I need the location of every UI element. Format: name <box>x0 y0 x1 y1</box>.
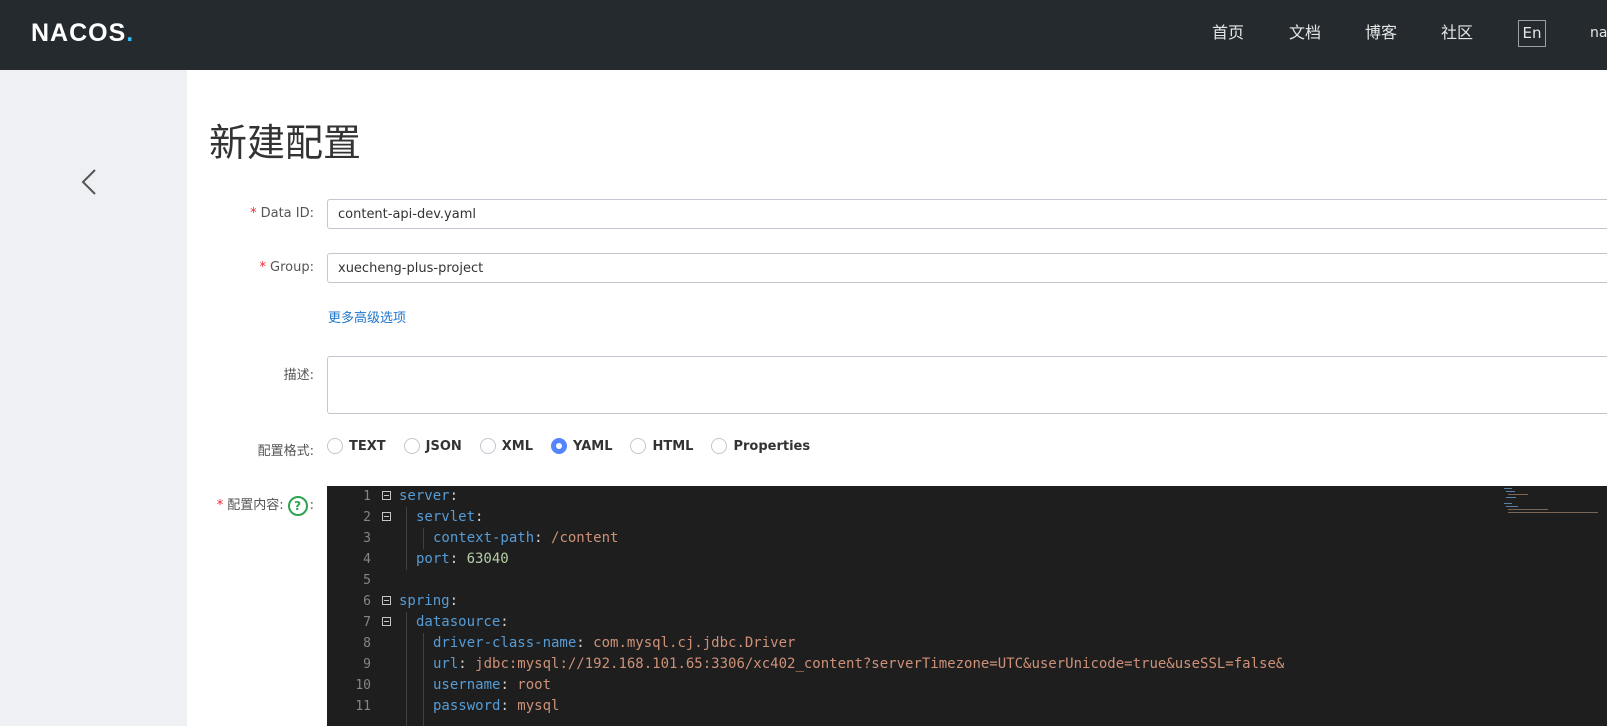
format-radio-xml[interactable]: XML <box>479 438 533 454</box>
line-number: 4 <box>363 552 371 567</box>
code-text: password: mysql <box>433 698 560 714</box>
code-line[interactable]: 2 servlet: <box>327 507 1607 528</box>
code-text: url: jdbc:mysql://192.168.101.65:3306/xc… <box>433 656 1285 672</box>
group-input[interactable] <box>327 253 1607 283</box>
line-number: 7 <box>363 615 371 630</box>
nav-docs[interactable]: 文档 <box>1289 0 1321 70</box>
code-line[interactable]: 4 port: 63040 <box>327 549 1607 570</box>
code-text: servlet: <box>416 509 492 525</box>
code-line[interactable]: 1 server: <box>327 486 1607 507</box>
format-radio-yaml[interactable]: YAML <box>551 438 612 454</box>
data-id-input[interactable] <box>327 199 1607 229</box>
group-label: * Group: <box>259 260 314 275</box>
fold-toggle-icon[interactable] <box>382 596 391 605</box>
fold-toggle-icon[interactable] <box>382 512 391 521</box>
more-advanced-options-link[interactable]: 更多高级选项 <box>328 307 406 326</box>
code-text: username: root <box>433 677 552 693</box>
format-radio-group: TEXT JSON XML YAML HTML Properties <box>327 438 810 454</box>
chevron-left-icon[interactable] <box>78 166 102 198</box>
format-radio-text[interactable]: TEXT <box>327 438 386 454</box>
line-number: 5 <box>363 573 371 588</box>
nacos-logo[interactable]: NACOS. <box>31 19 134 48</box>
format-radio-html[interactable]: HTML <box>630 438 693 454</box>
code-line[interactable]: 11 password: mysql <box>327 696 1607 717</box>
config-content-editor[interactable]: 1 server: 2 servlet: 3 context-path: /conte… <box>327 486 1607 726</box>
code-line[interactable]: 9 url: jdbc:mysql://192.168.101.65:3306/x… <box>327 654 1607 675</box>
sidebar <box>0 70 187 726</box>
code-line[interactable]: 8 driver-class-name: com.mysql.cj.jdbc.Dr… <box>327 633 1607 654</box>
code-line[interactable]: 7 datasource: <box>327 612 1607 633</box>
format-radio-json[interactable]: JSON <box>403 438 462 454</box>
nav-home[interactable]: 首页 <box>1212 0 1244 70</box>
code-text: server: <box>399 488 467 504</box>
format-radio-properties[interactable]: Properties <box>711 438 810 454</box>
code-text: driver-class-name: com.mysql.cj.jdbc.Dri… <box>433 635 796 651</box>
line-number: 3 <box>363 531 371 546</box>
user-name[interactable]: nacos <box>1590 0 1607 70</box>
code-line[interactable]: 5 <box>327 570 1607 591</box>
line-number: 10 <box>355 678 371 693</box>
data-id-label: * Data ID: <box>250 206 314 221</box>
page-title: 新建配置 <box>209 121 362 165</box>
content-label: * 配置内容:?: <box>217 494 314 516</box>
nav-blog[interactable]: 博客 <box>1365 0 1397 70</box>
description-label: 描述: <box>283 368 314 383</box>
code-line[interactable]: 3 context-path: /content <box>327 528 1607 549</box>
fold-toggle-icon[interactable] <box>382 491 391 500</box>
line-number: 1 <box>363 489 371 504</box>
code-line[interactable]: 6 spring: <box>327 591 1607 612</box>
top-navbar: NACOS. 首页 文档 博客 社区 En nacos <box>0 0 1607 70</box>
line-number: 8 <box>363 636 371 651</box>
nav-community[interactable]: 社区 <box>1441 0 1473 70</box>
help-icon[interactable]: ? <box>287 495 308 516</box>
code-text: datasource: <box>416 614 518 630</box>
code-text: port: 63040 <box>416 551 509 567</box>
line-number: 2 <box>363 510 371 525</box>
code-text: context-path: /content <box>433 530 619 546</box>
line-number: 6 <box>363 594 371 609</box>
line-number: 11 <box>355 699 371 714</box>
description-input[interactable] <box>327 356 1607 414</box>
code-text: spring: <box>399 593 467 609</box>
language-toggle[interactable]: En <box>1518 20 1546 47</box>
format-label: 配置格式: <box>257 444 314 459</box>
fold-toggle-icon[interactable] <box>382 617 391 626</box>
line-number: 9 <box>363 657 371 672</box>
code-line[interactable]: 10 username: root <box>327 675 1607 696</box>
